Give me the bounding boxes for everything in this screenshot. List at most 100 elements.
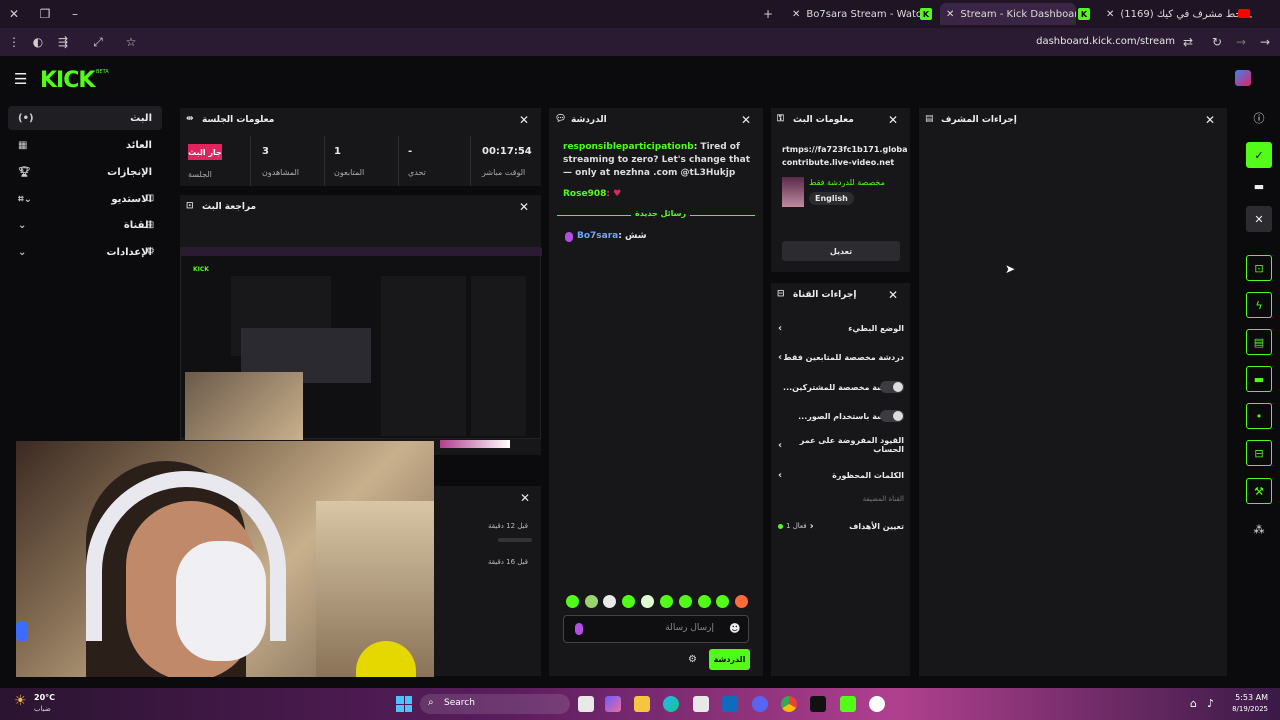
subscribers-only-toggle[interactable]	[880, 381, 904, 393]
banned-words-row[interactable]: الكلمات المحظورة ›	[778, 465, 904, 485]
chevron-down-icon: ⌄	[18, 219, 27, 231]
network-icon[interactable]: ⌂	[1190, 697, 1197, 710]
emote-icon[interactable]	[716, 595, 729, 608]
chat-settings-gear-icon[interactable]: ⚙	[688, 654, 697, 665]
sidebar-item-revenue[interactable]: العائد ▦	[8, 133, 162, 157]
sidebar-item-studio[interactable]: ⌗ الاستديو ⌄	[8, 187, 162, 211]
info-icon[interactable]: ⓘ	[1246, 105, 1272, 131]
review-icon[interactable]: ⊡	[1246, 255, 1272, 281]
layout-icon[interactable]: ▬	[1246, 173, 1272, 199]
taskbar-time[interactable]: 5:53 AM	[1228, 693, 1268, 702]
apps-icon[interactable]: ⁂	[1246, 516, 1272, 542]
hamburger-menu-icon[interactable]: ☰	[14, 70, 27, 88]
back-icon[interactable]: →	[1257, 34, 1273, 50]
emote-icon[interactable]	[603, 595, 616, 608]
chat-username[interactable]: responsibleparticipationb	[563, 142, 694, 152]
emote-icon[interactable]	[679, 595, 692, 608]
channel-actions-icon[interactable]: ⊟	[1246, 440, 1272, 466]
chrome-icon[interactable]	[781, 696, 797, 712]
emote-icon[interactable]	[735, 595, 748, 608]
emoji-icon[interactable]: ☻	[729, 622, 740, 635]
close-tab-icon[interactable]: ✕	[792, 9, 800, 20]
emote-icon[interactable]	[660, 595, 673, 608]
taskbar-date[interactable]: 8/19/2025	[1226, 705, 1268, 713]
review-icon: ⊡	[186, 201, 194, 211]
rtmp-url-line[interactable]: contribute.live-video.net	[782, 158, 907, 167]
file-explorer-icon[interactable]	[634, 696, 650, 712]
copilot-icon[interactable]	[605, 696, 621, 712]
sidebar-item-channel[interactable]: القناة ⌄	[8, 213, 162, 237]
sidebar-item-settings[interactable]: الإعدادات ⌄	[8, 240, 162, 264]
emote-only-toggle[interactable]	[880, 410, 904, 422]
tab-youtube[interactable]: ✕ (1169) كيف احط مشرف في كيك	[1100, 3, 1252, 25]
emote-icon[interactable]	[622, 595, 635, 608]
mic-icon[interactable]	[575, 623, 583, 635]
close-icon[interactable]: ✕	[519, 200, 529, 214]
close-icon[interactable]: ✕	[1246, 206, 1272, 232]
new-tab-icon[interactable]: +	[760, 6, 776, 22]
edit-stream-button[interactable]: تعديل	[782, 241, 900, 261]
broadcast-icon[interactable]: •	[1246, 403, 1272, 429]
extension-icon[interactable]: ◐	[30, 34, 46, 50]
windows-start-icon[interactable]	[396, 696, 412, 712]
store-icon[interactable]	[693, 696, 709, 712]
followers-only-row[interactable]: دردشة مخصصة للمتابعين فقط ›	[778, 347, 904, 367]
emote-icon[interactable]	[566, 595, 579, 608]
close-icon[interactable]: ✕	[519, 113, 529, 127]
close-tab-icon[interactable]: ✕	[946, 9, 954, 20]
emote-icon[interactable]	[585, 595, 598, 608]
clipboard-icon[interactable]: ▤	[1246, 329, 1272, 355]
close-icon[interactable]: ✕	[888, 113, 898, 127]
wrench-icon[interactable]: ⚒	[1246, 478, 1272, 504]
weather-temp[interactable]: 20°C	[34, 693, 55, 702]
chat-username[interactable]: Bo7sara	[577, 231, 618, 241]
close-icon[interactable]: ✕	[888, 288, 898, 302]
account-age-row[interactable]: القيود المفروضة على عمر الحساب ›	[778, 435, 904, 455]
outlook-icon[interactable]	[722, 696, 738, 712]
obs-icon[interactable]	[810, 696, 826, 712]
emote-icon[interactable]	[641, 595, 654, 608]
discord-icon[interactable]	[752, 696, 768, 712]
kick-app-icon[interactable]	[840, 696, 856, 712]
chat-icon[interactable]: ▬	[1246, 366, 1272, 392]
taskbar-search[interactable]: ⌕ Search	[420, 694, 570, 714]
volume-icon[interactable]: ♪	[1207, 697, 1214, 710]
lightning-icon[interactable]: ϟ	[1246, 292, 1272, 318]
chat-username[interactable]: Rose908	[563, 189, 606, 199]
webcam-overlay[interactable]	[16, 441, 434, 677]
task-view-icon[interactable]	[578, 696, 594, 712]
check-icon[interactable]: ✓	[1246, 142, 1272, 168]
sidebar-item-broadcast[interactable]: البث (•)	[8, 106, 162, 130]
forward-icon[interactable]: →	[1233, 34, 1249, 50]
new-messages-label: رسائل جديدة	[631, 209, 691, 218]
close-tab-icon[interactable]: ✕	[1106, 9, 1114, 20]
bookmark-star-icon[interactable]: ☆	[123, 34, 139, 50]
user-avatar[interactable]	[1235, 70, 1251, 86]
close-icon[interactable]: ✕	[741, 113, 751, 127]
slow-mode-row[interactable]: الوضع البطيء ›	[778, 318, 904, 338]
rtmp-url-line[interactable]: rtmps://fa723fc1b171.globa	[782, 145, 907, 154]
kick-logo[interactable]: KICK	[40, 68, 95, 93]
tab-bo7sara-stream[interactable]: ✕ Bo7sara Stream - Watch Live o	[786, 3, 926, 25]
category-name[interactable]: مخصصة للدردشة فقط	[809, 178, 885, 187]
obs-studio-icon[interactable]	[869, 696, 885, 712]
minimize-window-icon[interactable]: –	[67, 6, 83, 22]
sidebar-item-achievements[interactable]: الإنجازات 🏆︎	[8, 160, 162, 184]
site-settings-icon[interactable]: ⇄	[1180, 34, 1196, 50]
stream-preview[interactable]: KICK	[180, 247, 542, 440]
reload-icon[interactable]: ↻	[1209, 34, 1225, 50]
goals-row[interactable]: تعيين الأهداف فعال 1 ›	[778, 516, 904, 536]
emote-icon[interactable]	[698, 595, 711, 608]
more-menu-icon[interactable]: ⋮	[6, 34, 22, 50]
url-field[interactable]: dashboard.kick.com/stream	[1000, 36, 1175, 47]
share-icon[interactable]: ⤢	[90, 34, 106, 50]
close-icon[interactable]: ✕	[520, 491, 530, 505]
chat-input[interactable]: إرسال رسالة ☻	[563, 615, 749, 643]
edge-icon[interactable]	[663, 696, 679, 712]
close-icon[interactable]: ✕	[1205, 113, 1215, 127]
restore-window-icon[interactable]: ❐	[37, 6, 53, 22]
close-window-icon[interactable]: ✕	[6, 6, 22, 22]
send-chat-button[interactable]: الدردشة	[709, 649, 750, 670]
tab-kick-dashboard[interactable]: ✕ Stream - Kick Dashboard	[940, 3, 1076, 25]
extensions-icon[interactable]: ⇶	[55, 34, 71, 50]
